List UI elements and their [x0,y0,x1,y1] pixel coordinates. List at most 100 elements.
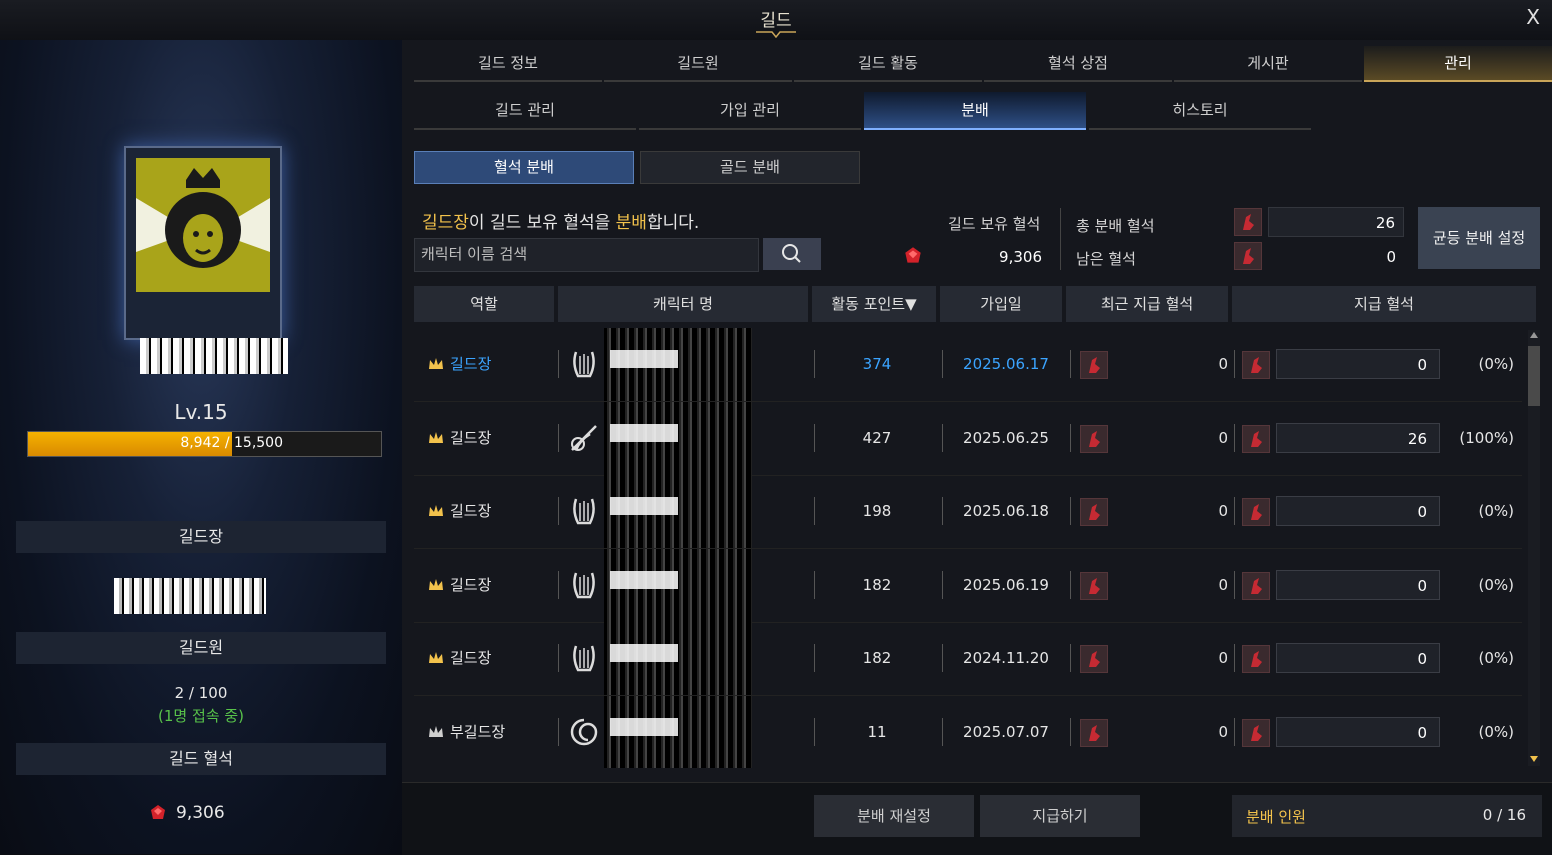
join-date: 2025.06.17 [963,355,1049,373]
divider [1234,717,1235,746]
bloodstone-distribution-button[interactable]: 혈석 분배 [414,151,634,184]
bloodstone-token-icon [1080,645,1108,673]
guild-bloodstone-value: 9,306 [176,803,225,823]
distribution-count-value: 0 / 16 [1482,806,1526,824]
payment-input[interactable]: 0 [1276,569,1440,600]
scroll-up-icon[interactable] [1529,330,1539,340]
divider [1234,350,1235,378]
col-activity-points[interactable]: 활동 포인트▼ [812,286,936,322]
role: 길드장 [450,355,492,373]
col-role: 역할 [414,286,554,322]
main-tabs: 길드 정보 길드원 길드 활동 혈석 상점 게시판 관리 [414,46,1552,82]
divider [814,497,815,525]
bloodstone-token-icon [1242,351,1270,379]
divider [1070,423,1071,452]
subtab-join-manage[interactable]: 가입 관리 [639,92,861,130]
scrollbar-thumb[interactable] [1528,346,1540,406]
role: 길드장 [450,428,492,447]
recent-payment: 0 [1218,355,1228,373]
bloodstone-icon [905,247,921,263]
recent-payment: 0 [1218,502,1228,520]
payment-input[interactable]: 26 [1276,422,1440,453]
table-row[interactable]: 길드장 182 2024.11.20 0 0 (0%) [414,622,1522,696]
crown-icon [429,652,443,663]
guild-leader-header: 길드장 [16,521,386,553]
recent-payment: 0 [1218,428,1228,447]
col-recent-payment[interactable]: 최근 지급 혈석 [1066,286,1228,322]
scroll-down-icon[interactable] [1529,754,1539,764]
divider [1070,717,1071,746]
remaining-value: 0 [1386,248,1396,266]
character-search-input[interactable] [415,239,757,269]
pay-button[interactable]: 지급하기 [980,795,1140,837]
subtab-distribution[interactable]: 분배 [864,92,1086,130]
tab-guild-activity[interactable]: 길드 활동 [794,46,982,82]
member-table: 길드장 374 2025.06.17 0 0 (0%) 길드장 427 2025.06.25 0 2… [414,328,1522,768]
activity-points: 198 [862,502,892,520]
table-row[interactable]: 부길드장 11 2025.07.07 0 0 (0%) [414,695,1522,768]
table-row[interactable]: 길드장 182 2025.06.19 0 0 (0%) [414,548,1522,623]
character-name-redacted [604,695,752,768]
management-panel: 길드 정보 길드원 길드 활동 혈석 상점 게시판 관리 길드 관리 가입 관리… [402,40,1552,855]
tab-board[interactable]: 게시판 [1174,46,1362,82]
bloodstone-token-icon [1080,571,1108,600]
crown-icon [429,358,443,369]
search-button[interactable] [763,238,821,270]
divider [942,717,943,746]
bloodstone-token-icon [1234,208,1262,236]
payment-percent: (0%) [1478,722,1514,741]
activity-points: 427 [862,428,892,447]
role: 길드장 [450,502,492,520]
bloodstone-icon [151,805,165,819]
reset-distribution-button[interactable]: 분배 재설정 [814,795,974,837]
tab-guild-members[interactable]: 길드원 [604,46,792,82]
title-bar: 길드 X [0,0,1552,41]
close-button[interactable]: X [1526,5,1540,29]
payment-input[interactable]: 0 [1276,496,1440,526]
subtab-guild-manage[interactable]: 길드 관리 [414,92,636,130]
divider [814,570,815,599]
class-icon [566,640,602,676]
col-join-date[interactable]: 가입일 [940,286,1062,322]
divider [1234,423,1235,452]
payment-input[interactable]: 0 [1276,643,1440,673]
character-name-redacted [604,622,752,695]
col-character-name: 캐릭터 명 [558,286,808,322]
table-row[interactable]: 길드장 427 2025.06.25 0 26 (100%) [414,401,1522,476]
payment-percent: (0%) [1478,575,1514,594]
payment-input[interactable]: 0 [1276,716,1440,747]
bloodstone-token-icon [1234,242,1262,270]
table-row[interactable]: 길드장 374 2025.06.17 0 0 (0%) [414,328,1522,402]
divider [558,423,559,452]
divider [558,644,559,672]
payment-percent: (0%) [1478,649,1514,667]
equal-distribution-button[interactable]: 균등 분배 설정 [1418,207,1540,269]
recent-payment: 0 [1218,722,1228,741]
title-ornament-icon [756,31,796,38]
tab-management[interactable]: 관리 [1364,46,1552,82]
subtab-history[interactable]: 히스토리 [1089,92,1311,130]
col-payment: 지급 혈석 [1232,286,1536,322]
divider [558,570,559,599]
tab-bloodstone-shop[interactable]: 혈석 상점 [984,46,1172,82]
divider [942,423,943,452]
payment-input[interactable]: 0 [1276,349,1440,379]
character-name-redacted [604,475,752,548]
guild-bloodstone-header: 길드 혈석 [16,743,386,775]
leader-name-redacted [114,578,266,614]
character-name-redacted [604,328,752,401]
class-icon [566,714,602,750]
gold-distribution-button[interactable]: 골드 분배 [640,151,860,184]
join-date: 2024.11.20 [963,649,1049,667]
bloodstone-token-icon [1080,351,1108,379]
tab-guild-info[interactable]: 길드 정보 [414,46,602,82]
divider [558,497,559,525]
summary-divider [1060,208,1061,270]
table-scrollbar[interactable] [1528,330,1540,766]
crown-icon [429,505,443,516]
divider [1234,497,1235,525]
lion-emblem-icon [136,158,270,292]
class-icon [566,567,602,603]
table-row[interactable]: 길드장 198 2025.06.18 0 0 (0%) [414,475,1522,549]
class-icon [566,346,602,382]
